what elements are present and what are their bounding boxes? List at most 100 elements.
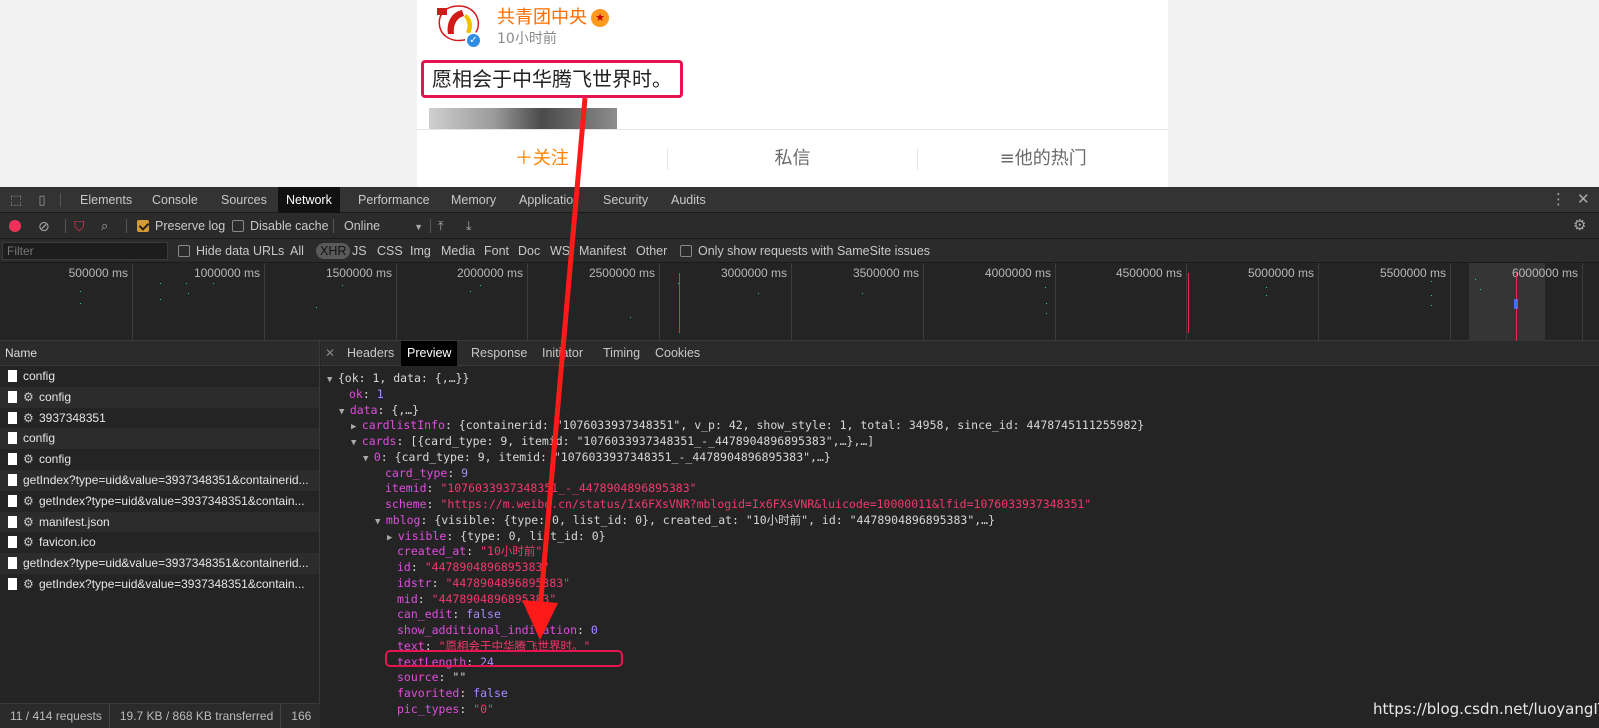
overview-request-dot — [1045, 287, 1046, 288]
json-visible[interactable]: ▶ visible: {type: 0, list_id: 0} — [387, 529, 606, 545]
filter-type-media[interactable]: Media — [441, 239, 475, 263]
json-preview: ▼ {ok: 1, data: {,…}} ok: 1 ▼ data: {,…}… — [321, 367, 1599, 728]
more-options-icon[interactable]: ⋮ — [1551, 187, 1566, 213]
message-button[interactable]: 私信 — [668, 147, 919, 170]
detail-tabs: ✕ Headers Preview Response Initiator Tim… — [321, 341, 1599, 366]
file-icon — [8, 411, 17, 424]
request-name: getIndex?type=uid&value=3937348351&conta… — [23, 556, 309, 571]
device-toolbar-icon[interactable]: ▯ — [34, 192, 50, 208]
filter-type-font[interactable]: Font — [484, 239, 509, 263]
request-row[interactable]: ⚙ manifest.json — [0, 511, 319, 533]
tab-performance[interactable]: Performance — [350, 187, 438, 213]
request-name: favicon.ico — [39, 535, 96, 550]
gear-icon: ⚙ — [23, 452, 34, 467]
tab-memory[interactable]: Memory — [443, 187, 504, 213]
follow-button[interactable]: ＋关注 — [417, 147, 668, 170]
filter-type-js[interactable]: JS — [352, 239, 367, 263]
request-row[interactable]: ⚙ 3937348351 — [0, 408, 319, 429]
checkbox-unchecked-icon — [680, 245, 692, 257]
json-scheme: scheme: "https://m.weibo.cn/status/Ix6FX… — [385, 497, 1092, 511]
request-row[interactable]: getIndex?type=uid&value=3937348351&conta… — [0, 553, 319, 574]
clear-icon[interactable]: ⊘ — [38, 213, 50, 239]
hot-posts-button[interactable]: ≡他的热门 — [918, 148, 1168, 170]
filter-input[interactable]: Filter — [2, 242, 168, 260]
tab-response[interactable]: Response — [465, 341, 533, 366]
overview-request-dot — [80, 303, 81, 304]
request-row[interactable]: getIndex?type=uid&value=3937348351&conta… — [0, 469, 319, 491]
request-row[interactable]: config — [0, 366, 319, 387]
gear-icon: ⚙ — [23, 493, 34, 508]
request-row[interactable]: ⚙ config — [0, 386, 319, 408]
request-name: config — [23, 431, 56, 446]
settings-gear-icon[interactable]: ⚙ — [1573, 213, 1586, 239]
filter-type-manifest[interactable]: Manifest — [579, 239, 626, 263]
overview-request-dot — [1046, 313, 1047, 314]
request-row[interactable]: ⚙ getIndex?type=uid&value=3937348351&cont… — [0, 491, 319, 512]
tab-security[interactable]: Security — [595, 187, 656, 213]
filter-icon[interactable]: ⛉ — [74, 213, 85, 239]
overview-gridline — [791, 263, 792, 341]
request-row[interactable]: ⚙ config — [0, 449, 319, 470]
name-column-header[interactable]: Name — [0, 341, 319, 366]
member-badge-icon: ★ — [591, 9, 609, 27]
expand-arrow-icon: ▼ — [363, 454, 374, 464]
tab-sources[interactable]: Sources — [213, 187, 275, 213]
json-idstr: idstr: "4478904896895383" — [397, 576, 571, 590]
json-cards[interactable]: ▼ cards: [{card_type: 9, itemid: "107603… — [351, 434, 874, 450]
tab-elements[interactable]: Elements — [72, 187, 140, 213]
close-devtools-icon[interactable]: ✕ — [1577, 187, 1590, 213]
post-author[interactable]: 共青团中央 ★ — [497, 3, 609, 29]
export-har-icon[interactable]: ⤓ — [466, 213, 472, 239]
import-har-icon[interactable]: ⤒ — [438, 213, 444, 239]
json-root[interactable]: ▼ {ok: 1, data: {,…}} — [327, 371, 469, 387]
collapse-arrow-icon: ▶ — [351, 422, 362, 432]
tab-initiator[interactable]: Initiator — [536, 341, 589, 366]
json-data[interactable]: ▼ data: {,…} — [339, 403, 419, 419]
request-row[interactable]: ⚙ getIndex?type=uid&value=3937348351&cont… — [0, 574, 319, 595]
tab-console[interactable]: Console — [144, 187, 206, 213]
throttling-select[interactable]: Online ▼ — [344, 213, 423, 239]
filter-type-img[interactable]: Img — [410, 239, 431, 263]
json-mblog[interactable]: ▼ mblog: {visible: {type: 0, list_id: 0}… — [375, 513, 995, 529]
record-icon[interactable] — [9, 220, 21, 232]
request-name: config — [23, 369, 56, 383]
network-overview-timeline[interactable]: 500000 ms 1000000 ms 1500000 ms 2000000 ms 2… — [0, 263, 1599, 341]
filter-type-ws[interactable]: WS — [550, 239, 570, 263]
tab-network[interactable]: Network — [278, 187, 340, 213]
disable-cache-checkbox[interactable]: Disable cache — [232, 213, 329, 239]
search-icon[interactable]: ⌕ — [101, 213, 108, 239]
request-row[interactable]: ⚙ favicon.ico — [0, 532, 319, 553]
overview-tick-label: 1000000 ms — [193, 266, 260, 280]
tab-cookies[interactable]: Cookies — [649, 341, 706, 366]
checkbox-checked-icon — [137, 220, 149, 232]
post-image[interactable] — [429, 108, 617, 130]
json-id: id: "4478904896895383" — [397, 560, 550, 574]
request-row[interactable]: config — [0, 428, 319, 450]
tab-timing[interactable]: Timing — [597, 341, 646, 366]
inspect-element-icon[interactable]: ⬚ — [8, 192, 24, 208]
filter-type-xhr[interactable]: XHR — [316, 243, 351, 259]
text-highlight-box — [385, 650, 623, 667]
json-cardlistinfo[interactable]: ▶ cardlistInfo: {containerid: "107603393… — [351, 418, 1144, 434]
post-text: 愿相会于中华腾飞世界时。 — [421, 60, 683, 98]
filter-type-other[interactable]: Other — [636, 239, 667, 263]
preserve-log-checkbox[interactable]: Preserve log — [137, 213, 225, 239]
tab-audits[interactable]: Audits — [663, 187, 714, 213]
filter-type-css[interactable]: CSS — [377, 239, 403, 263]
samesite-checkbox[interactable]: Only show requests with SameSite issues — [680, 239, 930, 263]
gear-icon: ⚙ — [23, 410, 34, 425]
filter-type-doc[interactable]: Doc — [518, 239, 540, 263]
overview-request-dot — [186, 283, 187, 284]
json-card-0[interactable]: ▼ 0: {card_type: 9, itemid: "10760339373… — [363, 450, 831, 466]
overview-gridline — [923, 263, 924, 341]
hide-data-urls-checkbox[interactable]: Hide data URLs — [178, 239, 284, 263]
overview-gridline — [396, 263, 397, 341]
overview-gridline — [1450, 263, 1451, 341]
tab-application[interactable]: Applicatio — [511, 187, 581, 213]
close-detail-icon[interactable]: ✕ — [325, 341, 335, 366]
tab-headers[interactable]: Headers — [341, 341, 400, 366]
filter-type-all[interactable]: All — [290, 239, 304, 263]
overview-tick-label: 1500000 ms — [325, 266, 392, 280]
overview-request-dot — [160, 299, 161, 300]
tab-preview[interactable]: Preview — [401, 341, 458, 366]
